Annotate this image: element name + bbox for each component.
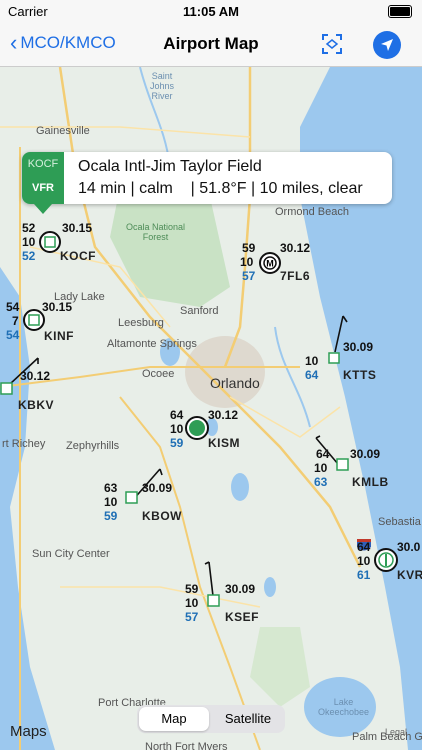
segment-satellite[interactable]: Satellite — [213, 707, 283, 731]
place-altamonte-springs: Altamonte Springs — [107, 338, 197, 350]
station-marker-icon — [374, 548, 398, 572]
station-temp: 64 — [316, 447, 330, 461]
station-visibility: 7 — [12, 314, 19, 328]
battery-icon — [388, 5, 412, 18]
label-ocala-forest: Ocala National Forest — [126, 222, 186, 242]
station-pressure: 30.12 — [280, 241, 311, 255]
clock: 11:05 AM — [183, 4, 239, 19]
station-id: KBOW — [142, 509, 182, 523]
station-dewpoint: 59 — [104, 509, 118, 523]
station-visibility: 10 — [104, 495, 118, 509]
station-dewpoint: 59 — [170, 436, 184, 450]
station-marker-icon — [0, 382, 13, 395]
station-pressure: 30.0 — [397, 540, 421, 554]
place-orlando: Orlando — [210, 375, 260, 391]
station-id: KTTS — [343, 368, 377, 382]
station-dewpoint: 57 — [185, 610, 199, 624]
station-visibility: 10 — [314, 461, 328, 475]
station-temp: 52 — [22, 221, 36, 235]
station-pressure: 30.09 — [350, 447, 381, 461]
station-id: KSEF — [225, 610, 260, 624]
map-type-segmented-control[interactable]: Map Satellite — [137, 705, 285, 733]
station-visibility: 10 — [240, 255, 254, 269]
station-marker-icon — [23, 309, 45, 331]
place-port-richey: rt Richey — [2, 438, 46, 450]
station-id: KOCF — [60, 249, 96, 263]
place-sanford: Sanford — [180, 305, 219, 317]
apple-maps-logo: Maps — [10, 723, 47, 740]
airport-callout[interactable]: KOCF VFR Ocala Intl-Jim Taylor Field 14 … — [22, 152, 392, 214]
map-view[interactable]: Gainesville Ormond Beach Lady Lake Sanfo… — [0, 67, 422, 750]
place-leesburg: Leesburg — [118, 317, 164, 329]
place-ormond-beach: Ormond Beach — [275, 206, 349, 218]
station-temp: 63 — [104, 481, 118, 495]
station-dewpoint: 54 — [6, 328, 20, 342]
svg-text:M: M — [266, 259, 274, 269]
segment-map[interactable]: Map — [139, 707, 209, 731]
station-marker-icon — [125, 491, 138, 504]
station-temp: 59 — [185, 582, 199, 596]
place-north-fort-myers: North Fort Myers — [145, 741, 228, 750]
label-lake-okeechobee: Lake Okeechobee — [318, 697, 370, 717]
station-dewpoint: 64 — [305, 368, 319, 382]
locate-me-button[interactable] — [372, 30, 401, 59]
station-pressure: 30.15 — [42, 300, 73, 314]
station-visibility: 10 — [185, 596, 199, 610]
station-marker-icon — [185, 416, 209, 440]
station-visibility: 10 — [357, 554, 371, 568]
place-sun-city-center: Sun City Center — [32, 548, 110, 560]
page-title: Airport Map — [163, 34, 259, 53]
callout-airport-name: Ocala Intl-Jim Taylor Field — [78, 158, 262, 175]
station-temp: 59 — [242, 241, 256, 255]
station-id: KINF — [44, 329, 74, 343]
maps-logo-text: Maps — [10, 723, 47, 740]
callout-pointer — [34, 204, 52, 214]
station-marker-icon — [336, 458, 349, 471]
location-arrow-icon — [373, 31, 401, 59]
status-bar: Carrier 11:05 AM — [0, 0, 422, 22]
place-sebastian: Sebastia — [378, 516, 421, 528]
station-pressure: 30.09 — [142, 481, 173, 495]
station-pressure: 30.12 — [208, 408, 239, 422]
place-zephyrhills: Zephyrhills — [66, 440, 120, 452]
station-visibility: 10 — [170, 422, 184, 436]
station-visibility: 10 — [305, 354, 319, 368]
station-id: KBKV — [18, 398, 55, 412]
place-gainesville: Gainesville — [36, 125, 90, 137]
station-marker-icon — [39, 231, 61, 253]
flight-category-badge: KOCF VFR — [22, 152, 64, 204]
station-pressure: 30.15 — [62, 221, 93, 235]
station-pressure: 30.12 — [20, 369, 51, 383]
station-dewpoint: 52 — [22, 249, 36, 263]
station-dewpoint: 57 — [242, 269, 256, 283]
station-id: KVR — [397, 568, 422, 582]
station-id: KMLB — [352, 475, 389, 489]
station-dewpoint: 61 — [357, 568, 371, 582]
legal-link[interactable]: Legal — [385, 727, 407, 737]
callout-station-id: KOCF — [27, 158, 59, 170]
station-pressure: 30.09 — [343, 340, 374, 354]
station-id: KISM — [208, 436, 240, 450]
station-temp: 64 — [357, 540, 371, 554]
station-marker-icon: M — [259, 252, 281, 274]
focus-frame-icon — [322, 34, 342, 54]
station-id: 7FL6 — [280, 269, 311, 283]
label-st-johns-river: Saint Johns River — [150, 71, 175, 101]
station-marker-icon — [207, 594, 220, 607]
station-temp: 54 — [6, 300, 20, 314]
callout-category: VFR — [32, 182, 54, 194]
station-pressure: 30.09 — [225, 582, 256, 596]
station-dewpoint: 63 — [314, 475, 328, 489]
callout-details: 14 min | calm | 51.8°F | 10 miles, clear — [78, 180, 363, 197]
station-visibility: 10 — [22, 235, 36, 249]
focus-frame-button[interactable] — [318, 30, 346, 58]
nav-bar: ‹ MCO/KMCO Airport Map — [0, 22, 422, 67]
place-ocoee: Ocoee — [142, 368, 175, 380]
station-temp: 64 — [170, 408, 184, 422]
station-marker-icon — [328, 352, 340, 364]
